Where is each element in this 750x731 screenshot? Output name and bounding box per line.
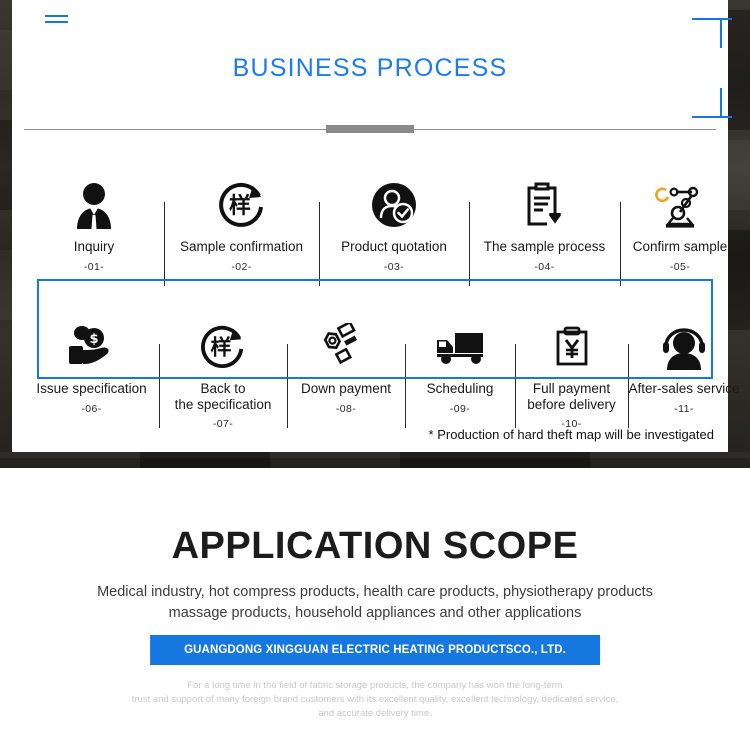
clipboard-download-icon bbox=[513, 176, 577, 234]
process-item-number: -07- bbox=[212, 418, 234, 431]
process-footnote: * Production of hard theft map will be i… bbox=[428, 427, 714, 442]
process-item-number: -09- bbox=[449, 402, 471, 415]
backdrop-texture bbox=[140, 452, 270, 468]
user-check-icon bbox=[362, 176, 426, 234]
corner-bracket-top-icon bbox=[692, 18, 732, 48]
application-scope-title: APPLICATION SCOPE bbox=[151, 524, 599, 568]
title-divider-tab bbox=[326, 125, 414, 133]
process-row-1: Inquiry -01- 样 Sample confirmation -02- bbox=[24, 176, 740, 286]
robot-arm-icon bbox=[648, 176, 712, 234]
application-scope-box bbox=[37, 279, 713, 379]
application-scope-description: Medical industry, hot compress products,… bbox=[0, 582, 750, 624]
process-item-sample-process[interactable]: The sample process -04- bbox=[469, 176, 620, 286]
footer-line-1: For a long time in the field of fabric s… bbox=[187, 680, 563, 691]
process-item-label: Confirm sample bbox=[632, 239, 728, 254]
backdrop-texture bbox=[0, 452, 750, 458]
process-item-label: The sample process bbox=[483, 239, 606, 254]
process-item-number: -04- bbox=[534, 260, 555, 273]
sample-refresh-icon: 样 bbox=[210, 176, 274, 234]
backdrop-texture bbox=[0, 120, 12, 210]
process-item-number: -06- bbox=[81, 402, 102, 415]
process-item-number: -01- bbox=[83, 260, 105, 273]
process-item-number: -11- bbox=[674, 402, 694, 415]
process-item-confirm-sample[interactable]: Confirm sample -05- bbox=[620, 176, 740, 286]
process-item-number: -03- bbox=[383, 260, 405, 273]
process-item-label: After-sales service bbox=[628, 381, 740, 396]
process-item-label: Issue specification bbox=[36, 381, 147, 396]
process-item-sample-confirmation[interactable]: 样 Sample confirmation -02- bbox=[164, 176, 319, 286]
process-item-number: -02- bbox=[231, 260, 252, 273]
businessman-icon bbox=[62, 176, 126, 234]
footer-line-2: trust and support of many foreign brand … bbox=[131, 694, 619, 705]
process-item-product-quotation[interactable]: Product quotation -03- bbox=[319, 176, 469, 286]
hamburger-line bbox=[45, 15, 68, 17]
hamburger-icon[interactable] bbox=[45, 15, 68, 26]
scope-description-line-2: massage products, household appliances a… bbox=[168, 605, 582, 621]
process-item-label: Sample confirmation bbox=[179, 239, 304, 254]
hamburger-line bbox=[45, 21, 68, 23]
process-item-label: Full payment before delivery bbox=[527, 381, 616, 412]
process-item-label: Product quotation bbox=[341, 239, 447, 254]
company-name-bar[interactable]: GUANGDONG XINGGUAN ELECTRIC HEATING PROD… bbox=[150, 635, 600, 665]
footer-line-3: and accurate delivery time. bbox=[318, 708, 432, 719]
process-item-number: -08- bbox=[335, 402, 357, 415]
process-item-number: -05- bbox=[669, 260, 691, 273]
business-process-section: BUSINESS PROCESS Inquiry -01- 样 Sample c… bbox=[0, 0, 750, 468]
process-item-label: Scheduling bbox=[426, 381, 494, 396]
process-item-label: Back to the specification bbox=[174, 381, 272, 412]
backdrop-texture bbox=[0, 30, 12, 90]
process-item-label: Inquiry bbox=[73, 239, 115, 254]
process-card: BUSINESS PROCESS Inquiry -01- 样 Sample c… bbox=[12, 0, 740, 452]
scope-description-line-1: Medical industry, hot compress products,… bbox=[97, 584, 653, 600]
backdrop-texture bbox=[0, 250, 12, 320]
footer-description: For a long time in the field of fabric s… bbox=[0, 679, 750, 721]
page-title: BUSINESS PROCESS bbox=[232, 54, 508, 82]
process-item-inquiry[interactable]: Inquiry -01- bbox=[24, 176, 164, 273]
corner-bracket-bottom-icon bbox=[692, 88, 732, 118]
backdrop-texture bbox=[400, 452, 590, 468]
svg-text:样: 样 bbox=[228, 193, 250, 219]
process-item-label: Down payment bbox=[300, 381, 392, 396]
